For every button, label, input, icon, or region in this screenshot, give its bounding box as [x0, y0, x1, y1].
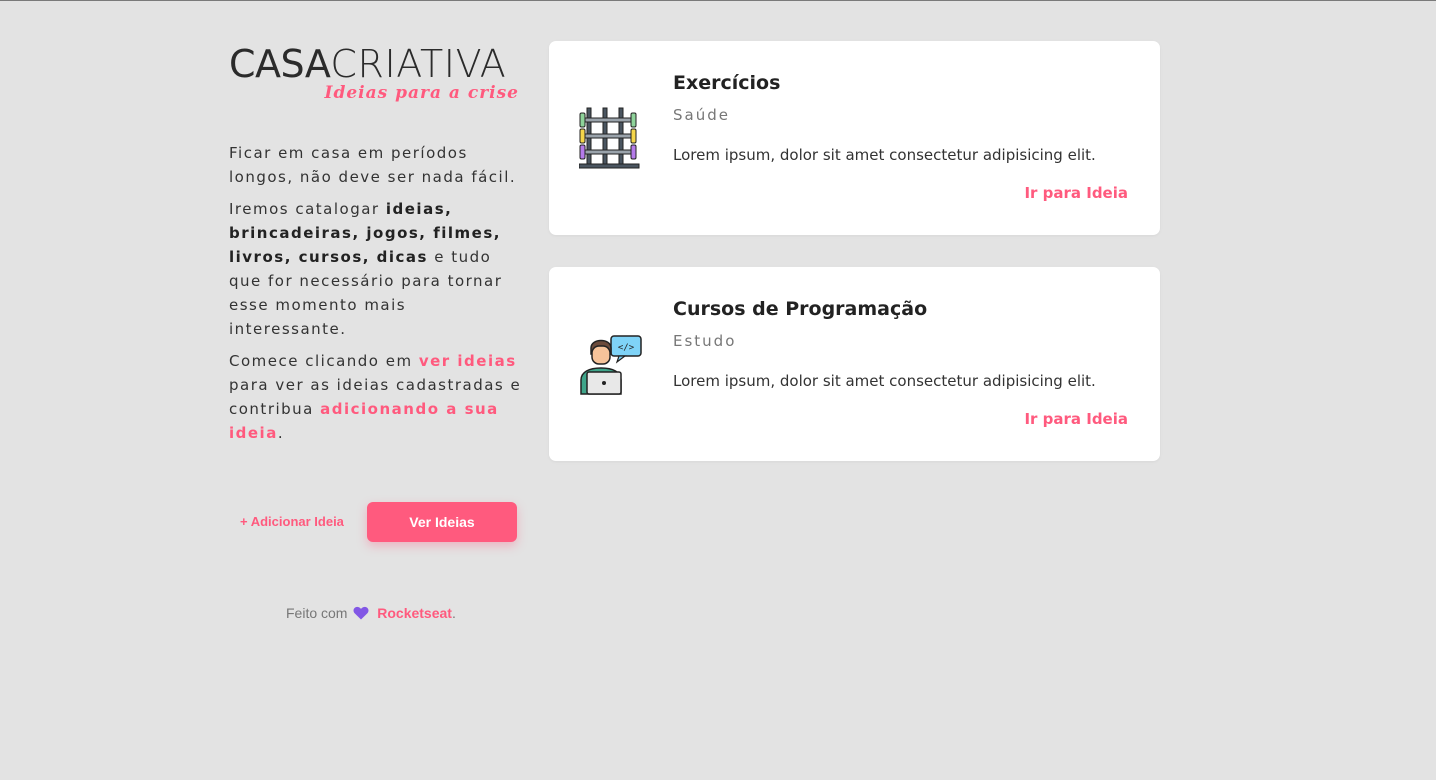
add-idea-button[interactable]: + Adicionar Ideia	[240, 514, 344, 529]
card-title: Cursos de Programação	[673, 298, 928, 320]
footer-period: .	[451, 605, 456, 621]
intro-paragraph-1: Ficar em casa em períodos longos, não de…	[229, 144, 517, 186]
view-ideas-button[interactable]: Ver Ideias	[367, 502, 517, 542]
logo-text: CASACRIATIVA	[229, 43, 506, 85]
logo: CASACRIATIVA Ideias para a crise	[229, 43, 529, 113]
intro-text: Ficar em casa em períodos longos, não de…	[229, 141, 529, 453]
rocketseat-link[interactable]: Rocketseat	[377, 605, 452, 621]
logo-casa: CASA	[229, 42, 331, 86]
idea-card: </> Cursos de Programação Estudo Lorem i…	[549, 267, 1160, 461]
card-category: Saúde	[673, 106, 730, 124]
card-description: Lorem ipsum, dolor sit amet consectetur …	[673, 146, 1096, 164]
intro-text-span: .	[277, 424, 285, 442]
card-title: Exercícios	[673, 72, 781, 94]
go-to-idea-link[interactable]: Ir para Ideia	[1024, 184, 1128, 202]
programmer-icon: </>	[579, 332, 643, 396]
idea-card: Exercícios Saúde Lorem ipsum, dolor sit …	[549, 41, 1160, 235]
go-to-idea-link[interactable]: Ir para Ideia	[1024, 410, 1128, 428]
footer: Feito com Rocketseat.	[286, 605, 456, 623]
intro-paragraph-2: Iremos catalogar ideias, brincadeiras, j…	[229, 197, 529, 341]
card-description: Lorem ipsum, dolor sit amet consectetur …	[673, 372, 1096, 390]
intro-text-span: Iremos catalogar	[229, 200, 386, 218]
intro-text-span: Comece clicando em	[229, 352, 419, 370]
footer-text: Feito com	[286, 605, 348, 621]
gym-rack-icon	[578, 106, 643, 170]
card-category: Estudo	[673, 332, 737, 350]
ver-ideias-link[interactable]: ver ideias	[419, 352, 517, 370]
logo-subtitle: Ideias para a crise	[324, 83, 519, 103]
svg-text:</>: </>	[618, 343, 635, 353]
heart-icon	[353, 606, 369, 623]
actions: + Adicionar Ideia Ver Ideias	[229, 502, 529, 542]
intro-paragraph-3: Comece clicando em ver ideias para ver a…	[229, 349, 529, 445]
logo-criativa: CRIATIVA	[330, 42, 507, 86]
